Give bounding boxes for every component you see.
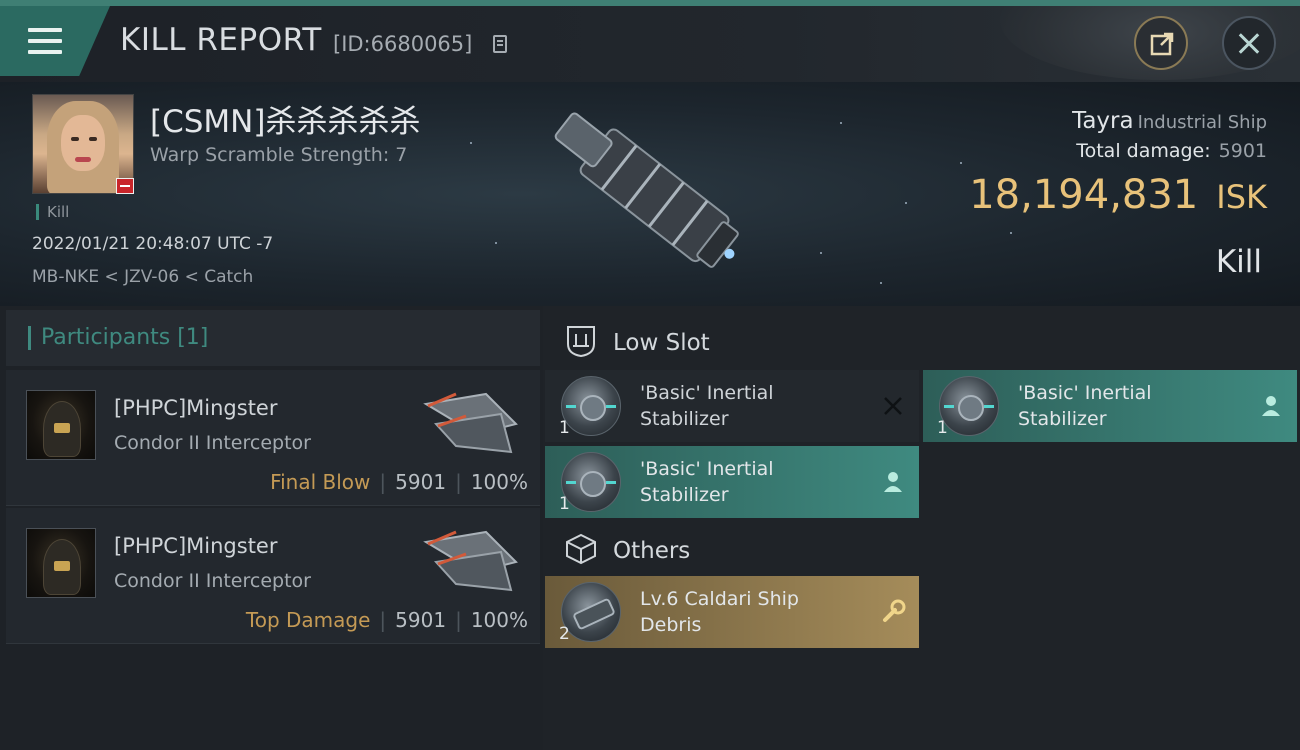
kill-location[interactable]: MB-NKE < JZV-06 < Catch	[32, 267, 253, 287]
inertial-stabilizer-icon	[561, 452, 621, 512]
participant-name: [PHPC]Mingster	[114, 534, 278, 558]
participant-row[interactable]: [PHPC]Mingster Condor II Interceptor Top…	[6, 508, 540, 644]
isk-value: 18,194,831 ISK	[969, 172, 1267, 218]
share-button[interactable]	[1134, 16, 1188, 70]
item-name: Lv.6 Caldari Ship Debris	[640, 588, 799, 636]
total-damage: Total damage: 5901	[1076, 140, 1267, 162]
item-quantity: 1	[937, 418, 948, 438]
participant-damage: 5901	[395, 608, 447, 632]
dropped-person-icon	[884, 472, 902, 492]
close-button[interactable]	[1222, 16, 1276, 70]
inertial-stabilizer-icon	[561, 376, 621, 436]
item-name: 'Basic' Inertial Stabilizer	[640, 382, 774, 430]
participant-ship: Condor II Interceptor	[114, 570, 311, 592]
header-accent-line	[0, 0, 1300, 6]
participant-row[interactable]: [PHPC]Mingster Condor II Interceptor Fin…	[6, 370, 540, 506]
item-name: 'Basic' Inertial Stabilizer	[640, 458, 774, 506]
corp-badge	[116, 178, 134, 194]
participant-percent: 100%	[470, 608, 528, 632]
low-slot-section: Low Slot	[548, 314, 1300, 370]
inertial-stabilizer-icon	[939, 376, 999, 436]
wrench-icon	[883, 599, 906, 622]
item-card[interactable]: 2 Lv.6 Caldari Ship Debris	[545, 576, 919, 648]
item-quantity: 1	[559, 418, 570, 438]
ship-debris-icon	[561, 582, 621, 642]
share-icon	[1150, 32, 1174, 56]
copy-id-icon[interactable]	[493, 35, 507, 53]
cargo-box-icon	[566, 533, 596, 565]
victim-ship-image	[554, 112, 739, 268]
others-section: Others	[548, 522, 1300, 578]
participant-stats: Final Blow | 5901 | 100%	[270, 470, 528, 494]
victim-ship-name[interactable]: Tayra Industrial Ship	[1072, 108, 1267, 134]
participant-percent: 100%	[470, 470, 528, 494]
participant-role: Final Blow	[270, 470, 371, 494]
participant-ship-image	[423, 530, 518, 592]
low-slot-title: Low Slot	[613, 330, 710, 356]
item-card[interactable]: 1 'Basic' Inertial Stabilizer	[545, 446, 919, 518]
report-id: [ID:6680065]	[333, 32, 473, 56]
page-title: KILL REPORT	[120, 22, 322, 58]
kill-tag: Kill	[36, 204, 69, 220]
ship-class: Industrial Ship	[1137, 112, 1267, 133]
item-card[interactable]: 1 'Basic' Inertial Stabilizer	[545, 370, 919, 442]
participant-portrait[interactable]	[26, 528, 96, 598]
victim-name[interactable]: [CSMN]杀杀杀杀杀	[150, 96, 420, 141]
warp-scramble-strength: Warp Scramble Strength: 7	[150, 144, 408, 166]
item-card[interactable]: 1 'Basic' Inertial Stabilizer	[923, 370, 1297, 442]
kill-datetime: 2022/01/21 20:48:07 UTC -7	[32, 234, 274, 254]
participant-role: Top Damage	[245, 608, 371, 632]
menu-button[interactable]	[0, 6, 110, 76]
hamburger-icon	[28, 28, 62, 32]
participant-damage: 5901	[395, 470, 447, 494]
result-label: Kill	[1215, 244, 1262, 280]
participant-stats: Top Damage | 5901 | 100%	[245, 608, 528, 632]
destroyed-icon	[884, 397, 902, 415]
item-quantity: 2	[559, 624, 570, 644]
item-name: 'Basic' Inertial Stabilizer	[1018, 382, 1152, 430]
header-bar: KILL REPORT [ID:6680065]	[0, 0, 1300, 82]
participant-name: [PHPC]Mingster	[114, 396, 278, 420]
participant-portrait[interactable]	[26, 390, 96, 460]
participant-ship: Condor II Interceptor	[114, 432, 311, 454]
dropped-person-icon	[1262, 396, 1280, 416]
item-quantity: 1	[559, 494, 570, 514]
participant-ship-image	[423, 392, 518, 454]
others-title: Others	[613, 538, 691, 564]
low-slot-icon	[567, 326, 595, 358]
participants-title: Participants [1]	[28, 326, 208, 350]
